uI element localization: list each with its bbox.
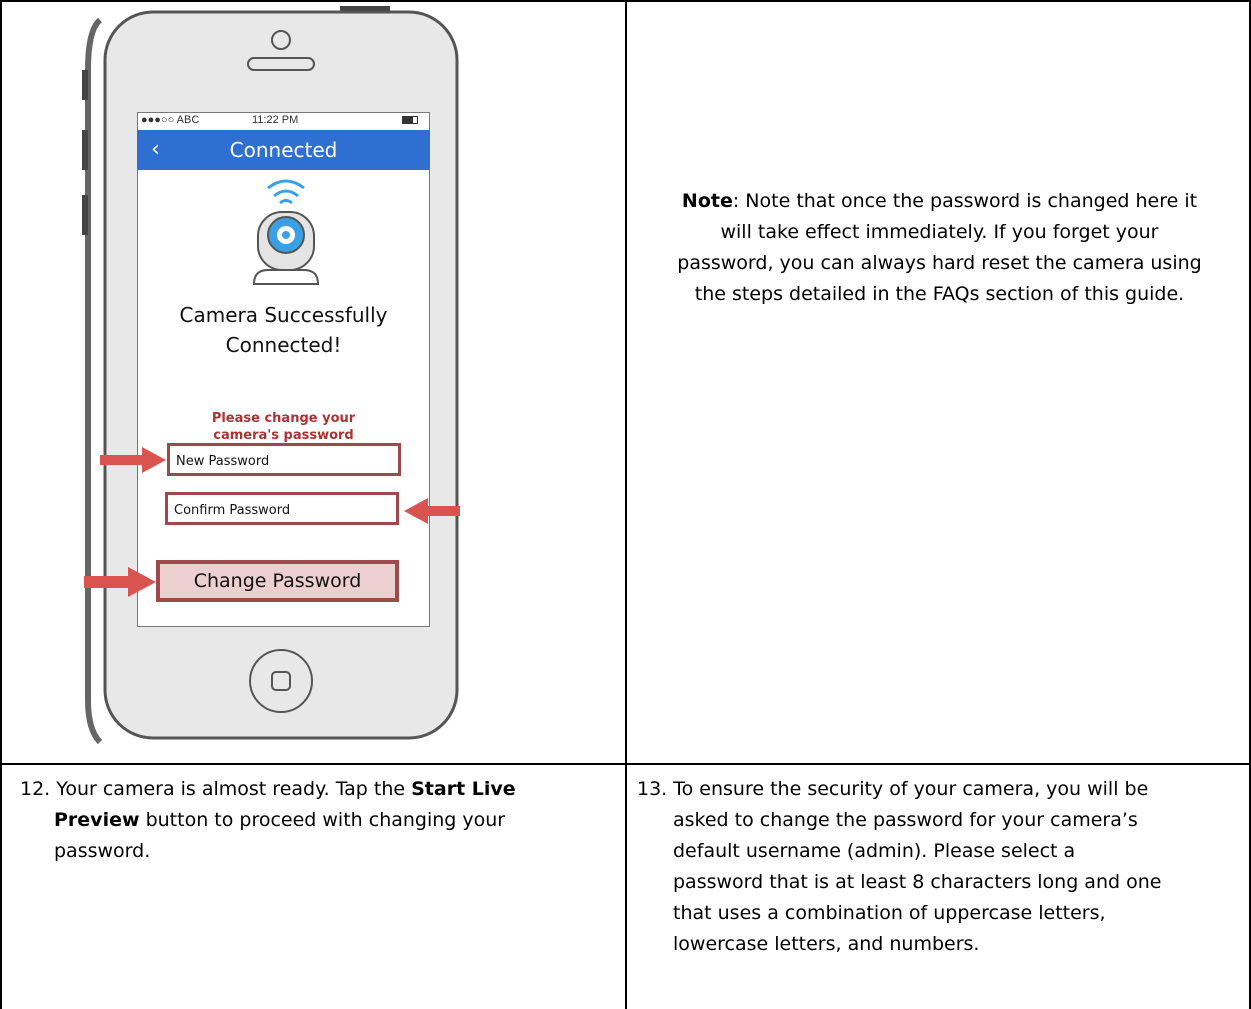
step-13-line-6: lowercase letters, and numbers.	[673, 933, 980, 955]
step-12-paragraph: 12. Your camera is almost ready. Tap the…	[20, 774, 620, 867]
step-13-line-4: password that is at least 8 characters l…	[673, 871, 1162, 893]
change-password-prompt: Please change your camera's password	[137, 410, 430, 444]
success-line-1: Camera Successfully	[179, 303, 388, 327]
status-time: 11:22 PM	[252, 114, 299, 126]
change-password-button[interactable]: Change Password	[156, 560, 399, 602]
note-line-3: password, you can always hard reset the …	[677, 252, 1202, 274]
success-message: Camera Successfully Connected!	[137, 300, 430, 360]
step-13-line-3: default username (admin). Please select …	[673, 840, 1076, 862]
prompt-line-1: Please change your	[211, 411, 356, 426]
arrow-new-password	[100, 447, 166, 473]
side-button-2	[82, 130, 88, 170]
success-line-2: Connected!	[225, 333, 342, 357]
note-line-1-text: : Note that once the password is changed…	[732, 190, 1198, 212]
step-12-line-3: password.	[54, 840, 151, 862]
step-12-line-1: 12. Your camera is almost ready. Tap the…	[20, 774, 620, 805]
table-divider-horizontal	[0, 763, 1251, 765]
camera-wifi-icon	[252, 179, 320, 285]
prompt-line-2: camera's password	[213, 428, 354, 443]
side-button-1	[82, 70, 88, 100]
nav-bar: ‹ Connected	[137, 130, 430, 170]
step-12-text-2: button to proceed with changing your	[139, 809, 506, 831]
table-divider-vertical	[625, 0, 627, 1009]
step-13-line-2: asked to change the password for your ca…	[673, 809, 1138, 831]
step-12-line-2: Preview button to proceed with changing …	[20, 805, 620, 836]
note-line-4: the steps detailed in the FAQs section o…	[694, 283, 1185, 305]
step-12-bold-1: Start Live	[411, 778, 516, 800]
step-12-text-1: 12. Your camera is almost ready. Tap the	[20, 778, 412, 800]
arrow-change-password	[84, 567, 156, 597]
step-13-paragraph: 13. To ensure the security of your camer…	[637, 774, 1247, 960]
note-line-1: Note: Note that once the password is cha…	[630, 186, 1249, 217]
step-13-line-1: 13. To ensure the security of your camer…	[637, 778, 1149, 800]
new-password-field[interactable]: New Password	[167, 443, 401, 476]
battery-icon	[402, 116, 418, 124]
status-carrier: ●●●○○ ABC	[141, 114, 200, 126]
confirm-password-field[interactable]: Confirm Password	[165, 492, 399, 525]
side-button-3	[82, 195, 88, 235]
phone-side-edge	[85, 17, 103, 745]
step-12-bold-2: Preview	[54, 809, 140, 831]
nav-title: Connected	[229, 138, 338, 162]
note-label: Note	[681, 190, 733, 212]
table-border-left	[0, 0, 2, 1009]
note-paragraph: Note: Note that once the password is cha…	[630, 186, 1249, 310]
arrow-confirm-password	[404, 498, 460, 524]
step-13-line-5: that uses a combination of uppercase let…	[673, 902, 1106, 924]
status-bar: ●●●○○ ABC 11:22 PM	[137, 112, 430, 130]
note-line-2: will take effect immediately. If you for…	[720, 221, 1159, 243]
